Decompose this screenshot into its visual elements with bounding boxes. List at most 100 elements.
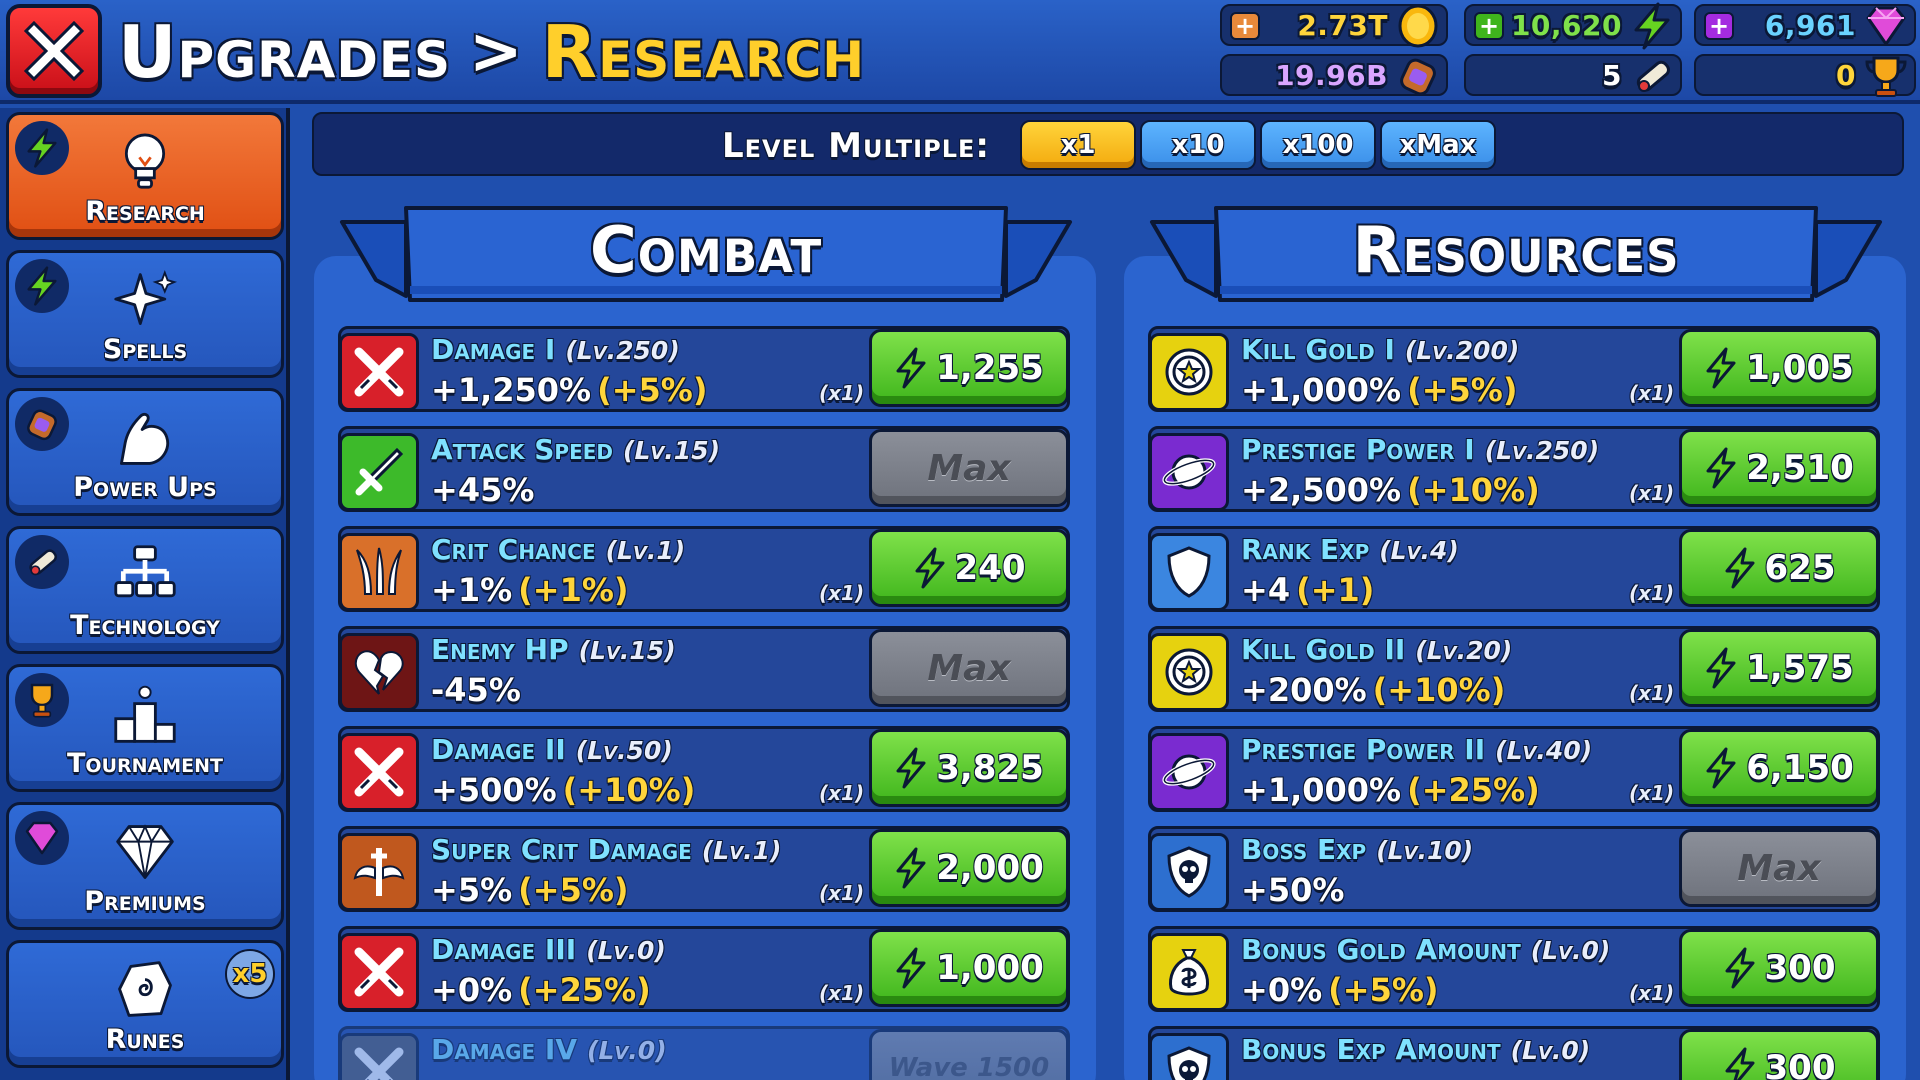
- level-multiple-bar: Level Multiple: x1 x10 x100 xMax: [312, 112, 1904, 176]
- crossed-swords-icon: [339, 933, 419, 1011]
- upgrade-name: Damage II (Lv.50): [431, 733, 673, 766]
- upgrade-effect: [431, 1071, 437, 1080]
- upgrade-effect-bonus: (+10%): [1372, 671, 1506, 709]
- lightning-icon: [1725, 1047, 1754, 1080]
- add-energy-button[interactable]: +: [1474, 12, 1504, 40]
- upgrade-buy-button[interactable]: 1,005: [1679, 329, 1879, 407]
- multiplier-x10-button[interactable]: x10: [1140, 120, 1256, 170]
- upgrade-row-damage-i: Damage I (Lv.250) +1,250% (+5%) (x1) 1,255: [338, 326, 1070, 412]
- upgrade-multiplier: (x1): [819, 581, 865, 605]
- planet-icon: [1149, 433, 1229, 511]
- upgrade-buy-button[interactable]: 300: [1679, 929, 1879, 1007]
- lightning-badge-icon: [15, 259, 69, 313]
- scrolls-counter: 5: [1464, 54, 1682, 96]
- upgrade-buy-button[interactable]: 6,150: [1679, 729, 1879, 807]
- upgrade-level: (Lv.1): [701, 836, 782, 865]
- upgrade-effect-value: +200%: [1241, 671, 1367, 709]
- sidebar-item-technology[interactable]: Technology: [6, 526, 284, 654]
- upgrade-buy-button[interactable]: 2,510: [1679, 429, 1879, 507]
- upgrade-cost: 1,575: [1746, 648, 1854, 688]
- upgrade-effect: +1,250% (+5%): [431, 371, 707, 409]
- sidebar-item-label: Premiums: [84, 886, 206, 917]
- add-gems-button[interactable]: +: [1704, 12, 1734, 40]
- upgrade-effect-value: +1,000%: [1241, 771, 1402, 809]
- sidebar-item-spells[interactable]: Spells: [6, 250, 284, 378]
- scrolls-value: 5: [1602, 58, 1622, 92]
- upgrade-level: (Lv.50): [575, 736, 673, 765]
- add-gold-button[interactable]: +: [1230, 12, 1260, 40]
- multiplier-x1-button[interactable]: x1: [1020, 120, 1136, 170]
- upgrade-title: Bonus Gold Amount: [1241, 933, 1521, 966]
- upgrade-level: (Lv.0): [1530, 936, 1611, 965]
- trophies-counter: 0: [1694, 54, 1916, 97]
- upgrade-effect-value: +5%: [431, 871, 513, 909]
- upgrade-buy-button[interactable]: 625: [1679, 529, 1879, 607]
- max-button: Max: [869, 629, 1069, 707]
- resources-title: Resources: [1352, 214, 1680, 288]
- sidebar-item-label: Tournament: [67, 748, 223, 779]
- upgrade-name: Prestige Power I (Lv.250): [1241, 433, 1599, 466]
- sidebar-item-research[interactable]: Research: [6, 112, 284, 240]
- upgrade-effect: +1,000% (+25%): [1241, 771, 1540, 809]
- lightning-icon: [1725, 947, 1754, 989]
- upgrade-effect: +0% (+5%): [1241, 971, 1439, 1009]
- upgrade-buy-button[interactable]: 1,000: [869, 929, 1069, 1007]
- upgrade-name: Super Crit Damage (Lv.1): [431, 833, 781, 866]
- upgrade-effect: +2,500% (+10%): [1241, 471, 1540, 509]
- upgrade-cost: 1,000: [936, 948, 1044, 988]
- combat-header: Combat: [336, 200, 1076, 310]
- gold-coin-icon: [1398, 4, 1438, 48]
- lightning-icon: [1634, 2, 1670, 50]
- coin-star-icon: [1149, 333, 1229, 411]
- top-bar: Upgrades > Research + 2.73T + 10,620 + 6…: [0, 0, 1920, 104]
- planet-icon: [1149, 733, 1229, 811]
- upgrade-cost: 625: [1764, 548, 1836, 588]
- trophy-icon: [1865, 56, 1907, 97]
- upgrade-cost: 2,510: [1746, 448, 1854, 488]
- upgrade-level: (Lv.0): [586, 936, 666, 965]
- upgrade-buy-button[interactable]: 3,825: [869, 729, 1069, 807]
- upgrade-effect-bonus: (+5%): [1328, 971, 1439, 1009]
- upgrade-row-damage-iii: Damage III (Lv.0) +0% (+25%) (x1) 1,000: [338, 926, 1070, 1012]
- upgrade-cost: Max: [927, 447, 1011, 489]
- upgrade-cost: Max: [927, 647, 1011, 689]
- upgrade-title: Super Crit Damage: [431, 833, 692, 866]
- upgrade-level: (Lv.200): [1404, 336, 1520, 365]
- close-button[interactable]: [6, 4, 102, 98]
- sidebar-item-power-ups[interactable]: Power Ups: [6, 388, 284, 516]
- upgrade-effect: +5% (+5%): [431, 871, 629, 909]
- upgrade-effect-bonus: (+10%): [1407, 471, 1540, 509]
- upgrade-effect-value: -45%: [431, 671, 521, 709]
- breadcrumb-upgrades[interactable]: Upgrades: [118, 10, 451, 94]
- upgrade-effect-value: +1%: [431, 571, 513, 609]
- upgrade-effect-value: +4: [1241, 571, 1291, 609]
- sidebar-item-runes[interactable]: x5 Runes: [6, 940, 284, 1068]
- resources-header: Resources: [1146, 200, 1886, 310]
- sidebar-item-label: Spells: [102, 334, 188, 365]
- upgrade-row-boss-exp: Boss Exp (Lv.10) +50% Max: [1148, 826, 1880, 912]
- locked-button: Wave 1500: [869, 1029, 1069, 1080]
- upgrade-name: Crit Chance (Lv.1): [431, 533, 685, 566]
- upgrade-buy-button[interactable]: 240: [869, 529, 1069, 607]
- upgrade-buy-button[interactable]: 1,575: [1679, 629, 1879, 707]
- lightning-icon: [1706, 447, 1736, 489]
- multiplier-xmax-button[interactable]: xMax: [1380, 120, 1496, 170]
- upgrade-buy-button[interactable]: 2,000: [869, 829, 1069, 907]
- close-icon: [23, 20, 85, 82]
- upgrade-title: Boss Exp: [1241, 833, 1367, 866]
- sidebar-item-tournament[interactable]: Tournament: [6, 664, 284, 792]
- upgrade-multiplier: (x1): [1629, 481, 1675, 505]
- upgrade-buy-button[interactable]: 1,255: [869, 329, 1069, 407]
- upgrade-effect-value: +1,250%: [431, 371, 592, 409]
- sidebar-item-premiums[interactable]: Premiums: [6, 802, 284, 930]
- lightning-badge-icon: [15, 121, 69, 175]
- upgrade-effect-value: +0%: [1241, 971, 1323, 1009]
- level-multiple-label: Level Multiple:: [722, 126, 990, 166]
- elixir-counter: 19.96B: [1220, 54, 1448, 96]
- upgrade-name: Damage IV (Lv.0): [431, 1033, 667, 1066]
- multiplier-x100-button[interactable]: x100: [1260, 120, 1376, 170]
- upgrade-buy-button[interactable]: 300: [1679, 1029, 1879, 1080]
- lightbulb-icon: [105, 127, 185, 197]
- lightning-icon: [1706, 647, 1736, 689]
- upgrade-row-damage-iv: Damage IV (Lv.0) Wave 1500: [338, 1026, 1070, 1080]
